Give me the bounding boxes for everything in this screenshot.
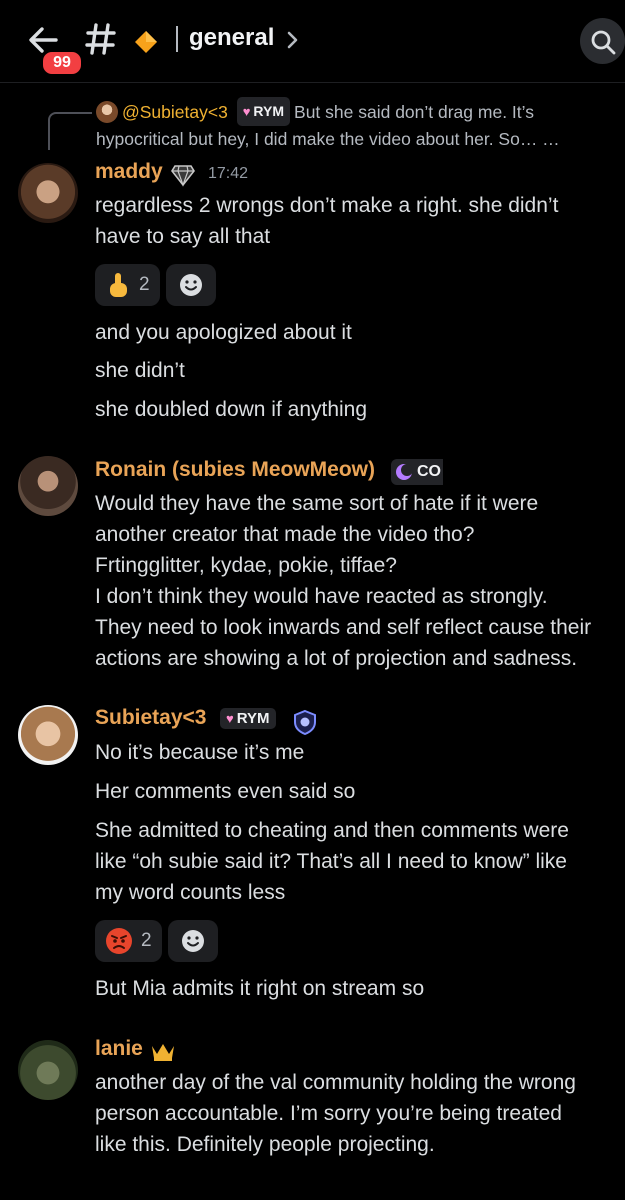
heart-icon: ♥ — [242, 104, 251, 119]
avatar[interactable] — [18, 163, 78, 223]
unread-badge: 99 — [40, 49, 84, 77]
header-divider — [176, 26, 178, 52]
message-username[interactable]: maddy — [95, 160, 163, 184]
crown-icon — [152, 1044, 174, 1061]
reply-text: But she said don’t drag me. It’s — [294, 102, 534, 122]
message-text: my word counts less — [95, 881, 286, 904]
hash-icon — [85, 23, 116, 55]
message-text: person accountable. I’m sorry you’re bei… — [95, 1102, 562, 1125]
reaction-bar: 2 — [95, 264, 216, 308]
reply-tag: ♥ RYM — [236, 97, 291, 126]
shield-badge-icon — [294, 709, 316, 735]
search-icon — [591, 30, 616, 55]
reaction-pointing-up[interactable]: 2 — [95, 264, 160, 306]
message-username[interactable]: Subietay<3 — [95, 706, 206, 730]
message-text: she doubled down if anything — [95, 398, 368, 421]
channel-title[interactable]: general — [189, 24, 274, 52]
reply-preview[interactable]: @Subietay<3 ♥ RYM But she said don’t drag … — [96, 97, 621, 153]
add-reaction-button[interactable] — [167, 920, 218, 962]
add-reaction-icon — [179, 274, 202, 296]
message-text: regardless 2 wrongs don’t make a right. … — [95, 194, 559, 217]
message-timestamp: 17:42 — [208, 165, 249, 182]
message-text: Would they have the same sort of hate if… — [95, 492, 539, 515]
reaction-count: 2 — [139, 274, 150, 295]
add-reaction-icon — [181, 930, 204, 952]
nitro-moon-icon — [396, 464, 413, 480]
message-text: like “oh subie said it? That’s all I nee… — [95, 850, 567, 873]
reply-username[interactable]: @Subietay<3 — [122, 102, 228, 122]
avatar[interactable] — [18, 456, 78, 516]
pointing-up-emoji — [110, 273, 127, 297]
message-text: I don’t think they would have reacted as… — [95, 585, 548, 608]
angry-face-emoji — [106, 928, 132, 954]
reaction-angry[interactable]: 2 — [95, 920, 162, 962]
reaction-count: 2 — [141, 930, 152, 951]
message-text: Her comments even said so — [95, 780, 356, 803]
avatar[interactable] — [18, 1040, 78, 1100]
search-button[interactable] — [580, 18, 625, 64]
user-tag: ♥ RYM — [220, 708, 276, 729]
message-text: and you apologized about it — [95, 321, 352, 344]
avatar[interactable] — [18, 705, 78, 765]
message-username[interactable]: lanie — [95, 1037, 143, 1061]
message-text: Frtingglitter, kydae, pokie, tiffae? — [95, 554, 397, 577]
reaction-bar: 2 — [95, 920, 218, 964]
reply-connector — [48, 112, 92, 150]
orange-diamond-icon — [135, 31, 157, 53]
message-text: But Mia admits it right on stream so — [95, 977, 425, 1000]
message-text: No it’s because it’s me — [95, 741, 305, 764]
reply-text-2: hypocritical but hey, I did make the vid… — [96, 129, 560, 149]
message-text: another creator that made the video tho? — [95, 523, 475, 546]
add-reaction-button[interactable] — [165, 264, 216, 306]
nitro-tag: CO — [391, 459, 443, 485]
chevron-right-icon[interactable] — [286, 30, 300, 50]
message-text: actions are showing a lot of projection … — [95, 647, 578, 670]
message-text: she didn’t — [95, 359, 185, 382]
channel-header: 99 general — [0, 0, 625, 83]
gem-badge-icon — [171, 165, 195, 187]
message-username[interactable]: Ronain (subies MeowMeow) — [95, 458, 375, 482]
message-text: She admitted to cheating and then commen… — [95, 819, 569, 842]
message-text: like this. Definitely people projecting. — [95, 1133, 435, 1156]
heart-icon: ♥ — [226, 711, 234, 726]
message-text: They need to look inwards and self refle… — [95, 616, 592, 639]
message-text: another day of the val community holding… — [95, 1071, 576, 1094]
message-text: have to say all that — [95, 225, 271, 248]
reply-avatar — [96, 101, 118, 123]
